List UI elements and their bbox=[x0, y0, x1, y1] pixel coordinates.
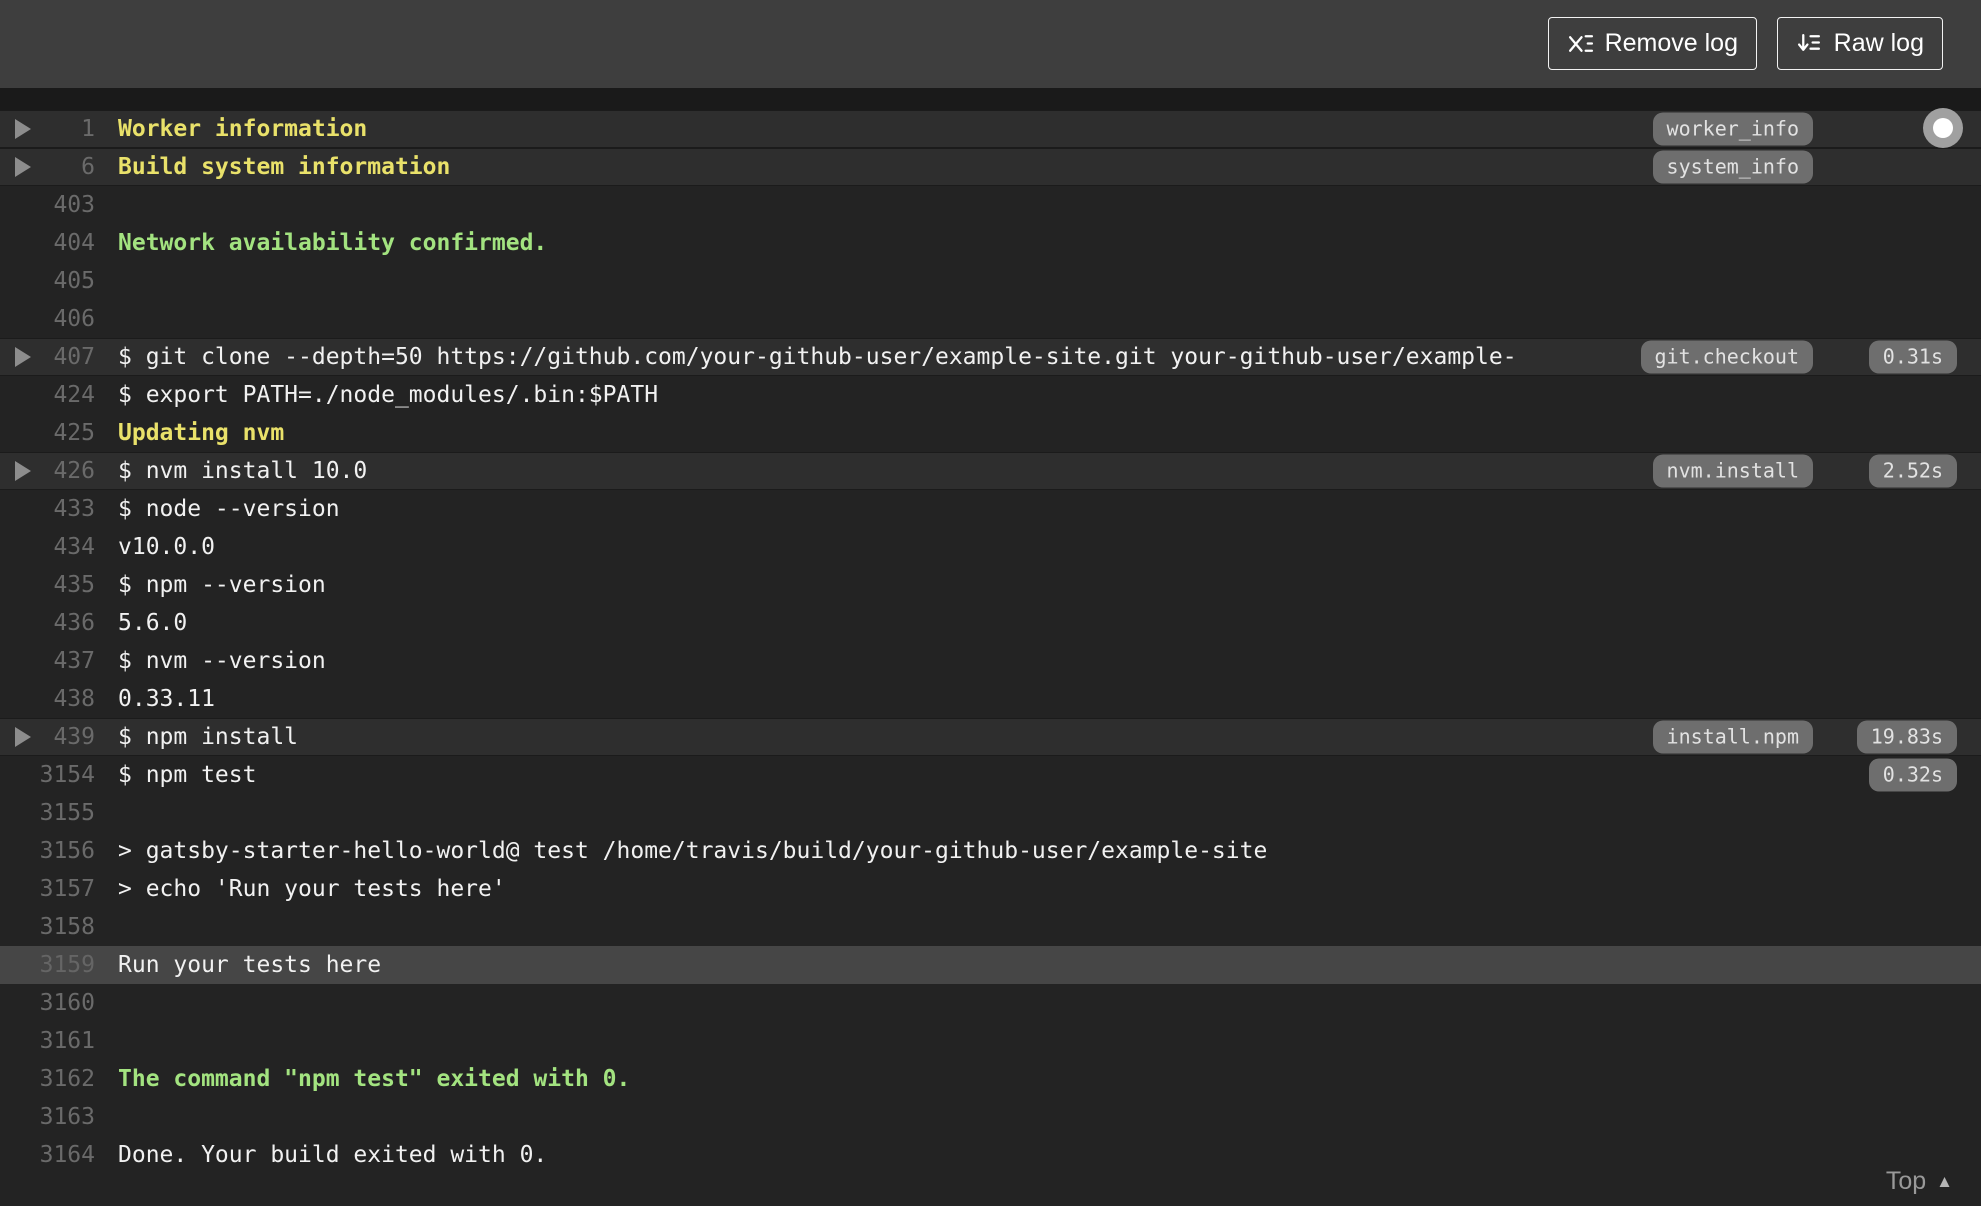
line-number[interactable]: 3162 bbox=[0, 1060, 95, 1098]
line-number[interactable]: 438 bbox=[0, 680, 95, 718]
log-text: > echo 'Run your tests here' bbox=[118, 876, 506, 902]
log-line: 3161 bbox=[0, 1022, 1981, 1060]
raw-log-button[interactable]: Raw log bbox=[1776, 17, 1943, 70]
duration-badge: 0.32s bbox=[1868, 758, 1957, 792]
fold-label-badge: system_info bbox=[1652, 150, 1813, 184]
line-number[interactable]: 435 bbox=[0, 566, 95, 604]
fold-toggle-icon[interactable] bbox=[15, 119, 31, 139]
log-line: 404 Network availability confirmed. bbox=[0, 224, 1981, 262]
log-line: 434 v10.0.0 bbox=[0, 528, 1981, 566]
remove-log-button[interactable]: Remove log bbox=[1547, 17, 1757, 70]
scroll-to-top-link[interactable]: Top ▲ bbox=[1886, 1167, 1953, 1196]
line-number[interactable]: 434 bbox=[0, 528, 95, 566]
log-line: 405 bbox=[0, 262, 1981, 300]
log-text: The command "npm test" exited with 0. bbox=[118, 1066, 631, 1092]
remove-log-label: Remove log bbox=[1604, 29, 1738, 57]
log-text: Done. Your build exited with 0. bbox=[118, 1142, 548, 1168]
log-line: 424 $ export PATH=./node_modules/.bin:$PA… bbox=[0, 376, 1981, 414]
log-line: 3164 Done. Your build exited with 0. bbox=[0, 1136, 1981, 1174]
log-text: $ npm test bbox=[118, 762, 257, 788]
log-line: 433 $ node --version bbox=[0, 490, 1981, 528]
log-line: 3154 $ npm test 0.32s bbox=[0, 756, 1981, 794]
log-toolbar: Remove log Raw log bbox=[0, 0, 1981, 88]
log-text: Build system information bbox=[118, 154, 451, 180]
fold-toggle-icon[interactable] bbox=[15, 347, 31, 367]
log-line: 425 Updating nvm bbox=[0, 414, 1981, 452]
line-number[interactable]: 433 bbox=[0, 490, 95, 528]
log-line: 3160 bbox=[0, 984, 1981, 1022]
fold-toggle-icon[interactable] bbox=[15, 157, 31, 177]
log-line: 3159 Run your tests here bbox=[0, 946, 1981, 984]
log-line: 438 0.33.11 bbox=[0, 680, 1981, 718]
log-line: 407 $ git clone --depth=50 https://github… bbox=[0, 338, 1981, 376]
line-number[interactable]: 425 bbox=[0, 414, 95, 452]
fold-toggle-icon[interactable] bbox=[15, 461, 31, 481]
log-line: 3156 > gatsby-starter-hello-world@ test /… bbox=[0, 832, 1981, 870]
log-text: $ export PATH=./node_modules/.bin:$PATH bbox=[118, 382, 659, 408]
line-number[interactable]: 3155 bbox=[0, 794, 95, 832]
log-line: 6 Build system information system_info bbox=[0, 148, 1981, 186]
log-line: 3158 bbox=[0, 908, 1981, 946]
line-number[interactable]: 436 bbox=[0, 604, 95, 642]
log-text: v10.0.0 bbox=[118, 534, 215, 560]
duration-badge: 19.83s bbox=[1856, 720, 1957, 754]
top-label: Top bbox=[1885, 1167, 1927, 1195]
line-number[interactable]: 3159 bbox=[0, 946, 95, 984]
log-text: Worker information bbox=[118, 116, 368, 142]
log-text: Run your tests here bbox=[118, 952, 382, 978]
log-body: 1 Worker information worker_info 6 Build sys… bbox=[0, 110, 1981, 1206]
log-text: $ nvm install 10.0 bbox=[118, 458, 368, 484]
caret-up-icon: ▲ bbox=[1936, 1171, 1953, 1191]
fold-label-badge: git.checkout bbox=[1640, 340, 1813, 374]
duration-badge: 0.31s bbox=[1868, 340, 1957, 374]
log-line: 3157 > echo 'Run your tests here' bbox=[0, 870, 1981, 908]
log-text: Updating nvm bbox=[118, 420, 285, 446]
log-text: $ git clone --depth=50 https://github.co… bbox=[118, 344, 1517, 370]
duration-badge: 2.52s bbox=[1868, 454, 1957, 488]
line-number[interactable]: 3158 bbox=[0, 908, 95, 946]
fold-toggle-icon[interactable] bbox=[15, 727, 31, 747]
log-line: 406 bbox=[0, 300, 1981, 338]
log-text: Network availability confirmed. bbox=[118, 230, 548, 256]
fold-label-badge: worker_info bbox=[1652, 112, 1813, 146]
log-text: $ node --version bbox=[118, 496, 340, 522]
line-number[interactable]: 3157 bbox=[0, 870, 95, 908]
line-number[interactable]: 403 bbox=[0, 186, 95, 224]
scroll-marker[interactable] bbox=[1923, 108, 1963, 148]
line-number[interactable]: 406 bbox=[0, 300, 95, 338]
log-text: 5.6.0 bbox=[118, 610, 188, 636]
log-line: 435 $ npm --version bbox=[0, 566, 1981, 604]
raw-log-label: Raw log bbox=[1833, 29, 1924, 57]
line-number[interactable]: 404 bbox=[0, 224, 95, 262]
fold-label-badge: install.npm bbox=[1652, 720, 1813, 754]
log-line: 439 $ npm install install.npm 19.83s bbox=[0, 718, 1981, 756]
log-line: 436 5.6.0 bbox=[0, 604, 1981, 642]
line-number[interactable]: 3160 bbox=[0, 984, 95, 1022]
line-number[interactable]: 3163 bbox=[0, 1098, 95, 1136]
log-line: 426 $ nvm install 10.0 nvm.install 2.52s bbox=[0, 452, 1981, 490]
line-number[interactable]: 3154 bbox=[0, 756, 95, 794]
line-number[interactable]: 437 bbox=[0, 642, 95, 680]
raw-log-icon bbox=[1796, 30, 1823, 57]
line-number[interactable]: 405 bbox=[0, 262, 95, 300]
log-line: 437 $ nvm --version bbox=[0, 642, 1981, 680]
line-number[interactable]: 3164 bbox=[0, 1136, 95, 1174]
log-line: 3162 The command "npm test" exited with 0… bbox=[0, 1060, 1981, 1098]
log-text: 0.33.11 bbox=[118, 686, 215, 712]
log-line: 1 Worker information worker_info bbox=[0, 110, 1981, 148]
log-text: $ nvm --version bbox=[118, 648, 326, 674]
log-text: > gatsby-starter-hello-world@ test /home… bbox=[118, 838, 1268, 864]
log-line: 3163 bbox=[0, 1098, 1981, 1136]
log-line: 403 bbox=[0, 186, 1981, 224]
line-number[interactable]: 3161 bbox=[0, 1022, 95, 1060]
fold-label-badge: nvm.install bbox=[1652, 454, 1813, 488]
log-line: 3155 bbox=[0, 794, 1981, 832]
line-number[interactable]: 424 bbox=[0, 376, 95, 414]
remove-log-icon bbox=[1567, 30, 1594, 57]
log-text: $ npm --version bbox=[118, 572, 326, 598]
line-number[interactable]: 3156 bbox=[0, 832, 95, 870]
log-text: $ npm install bbox=[118, 724, 299, 750]
